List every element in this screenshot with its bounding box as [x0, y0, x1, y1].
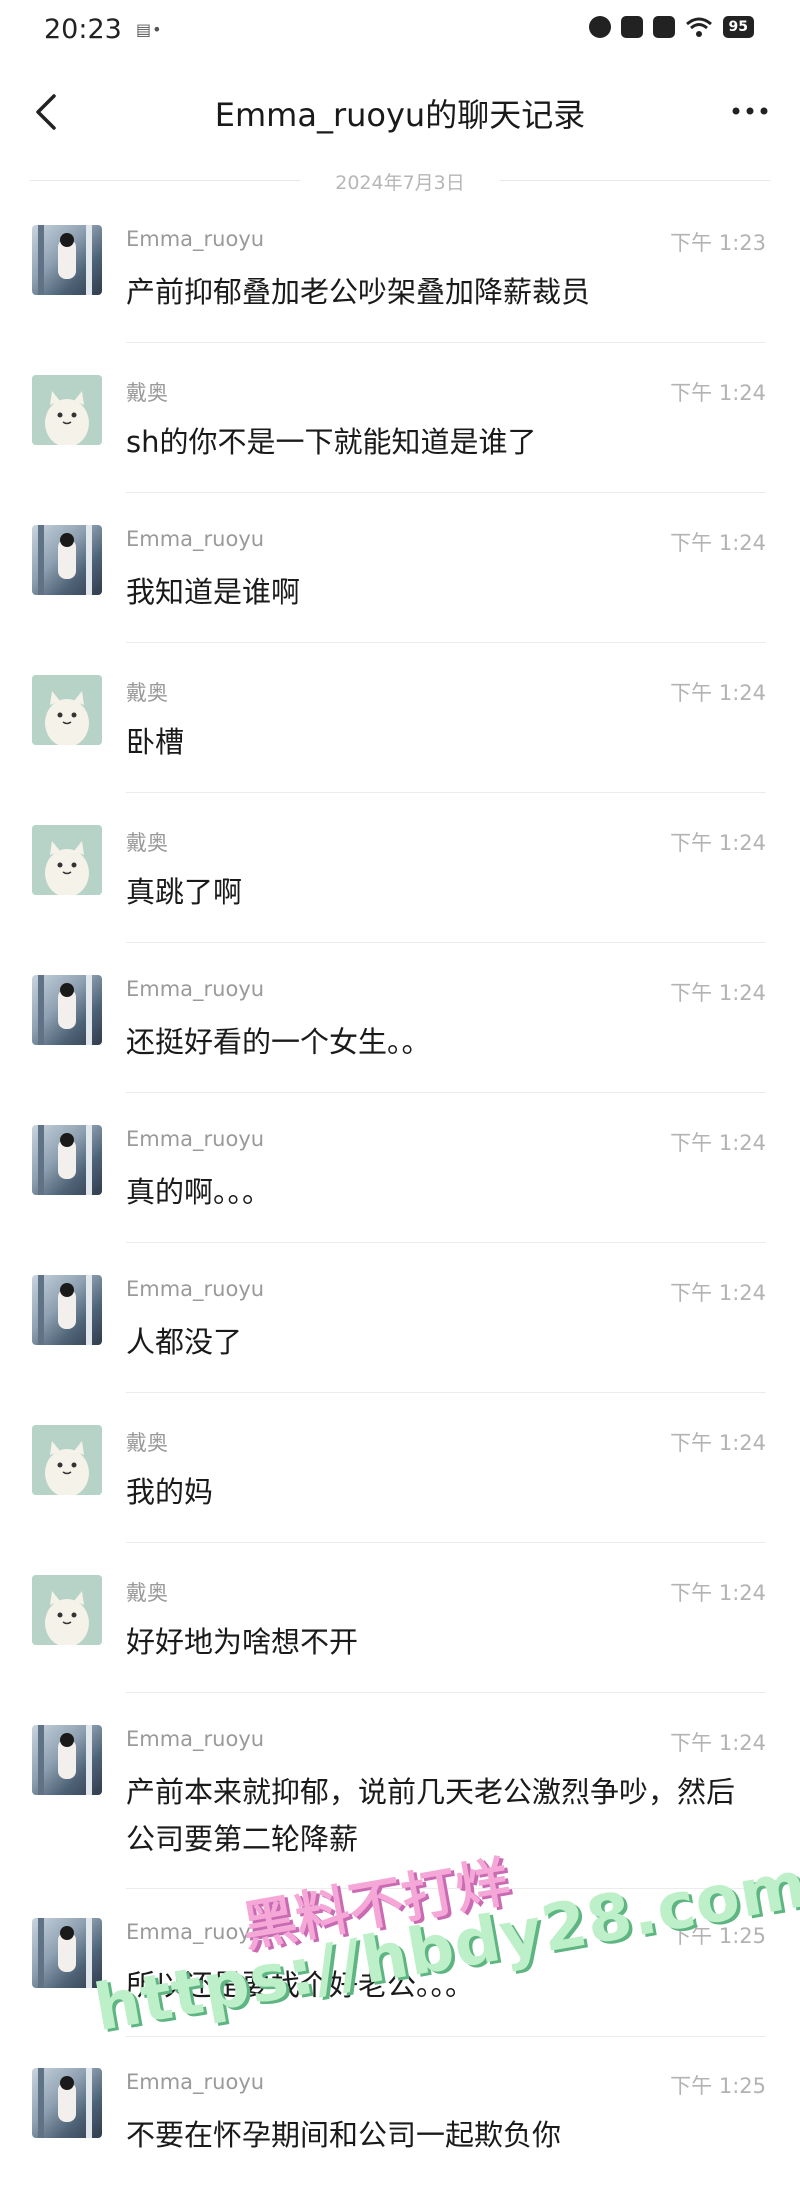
message-time: 下午 1:24 [670, 1431, 766, 1455]
avatar[interactable] [32, 375, 102, 445]
avatar[interactable] [32, 525, 102, 595]
avatar[interactable] [32, 825, 102, 895]
separator [126, 1392, 766, 1393]
separator [126, 342, 766, 343]
separator [126, 792, 766, 793]
battery-icon: 95 [722, 16, 754, 38]
more-icon[interactable] [728, 96, 772, 126]
separator [126, 1542, 766, 1543]
sender-name: 戴奥 [126, 381, 168, 405]
message-text: 所以还是要找个好老公。。。 [126, 1968, 475, 2002]
date-text: 2024年7月3日 [335, 172, 465, 194]
sender-name: 戴奥 [126, 681, 168, 705]
avatar[interactable] [32, 225, 102, 295]
status-icons: 95 [588, 16, 754, 38]
page-title: Emma_ruoyu的聊天记录 [214, 96, 586, 134]
alarm-icon [588, 16, 611, 38]
message-time: 下午 1:23 [670, 231, 766, 255]
message-time: 下午 1:24 [670, 1731, 766, 1755]
avatar[interactable] [32, 1918, 102, 1988]
notification-icons: ▤• [136, 20, 163, 39]
message-time: 下午 1:24 [670, 1581, 766, 1605]
message-text: 不要在怀孕期间和公司一起欺负你 [126, 2118, 562, 2152]
message-text: 卧槽 [126, 725, 185, 759]
message-time: 下午 1:24 [670, 981, 766, 1005]
sender-name: 戴奥 [126, 1581, 168, 1605]
sender-name: 戴奥 [126, 1431, 168, 1455]
message-text: 产前抑郁叠加老公吵架叠加降薪裁员 [126, 275, 591, 309]
sender-name: Emma_ruoyu [126, 1920, 265, 1944]
message-time: 下午 1:24 [670, 1131, 766, 1155]
message-text: 真的啊。。。 [126, 1175, 272, 1209]
separator [126, 1092, 766, 1093]
sender-name: Emma_ruoyu [126, 1727, 265, 1751]
sender-name: Emma_ruoyu [126, 1127, 265, 1151]
message-text: 还挺好看的一个女生。。 [126, 1025, 431, 1059]
message-time: 下午 1:24 [670, 381, 766, 405]
sender-name: Emma_ruoyu [126, 527, 265, 551]
message-text: 真跳了啊 [126, 875, 243, 909]
divider-line [500, 180, 770, 181]
avatar[interactable] [32, 675, 102, 745]
sender-name: 戴奥 [126, 831, 168, 855]
message-time: 下午 1:24 [670, 681, 766, 705]
separator [126, 1692, 766, 1693]
avatar[interactable] [32, 1725, 102, 1795]
separator [126, 1888, 766, 1889]
vibrate-icon [620, 16, 643, 38]
message-text: 好好地为啥想不开 [126, 1625, 359, 1659]
separator [126, 1242, 766, 1243]
wifi-icon [685, 17, 712, 37]
message-text: 人都没了 [126, 1325, 243, 1359]
message-text: 产前本来就抑郁，说前几天老公激烈争吵，然后公司要第二轮降薪 [126, 1775, 736, 1856]
message-time: 下午 1:25 [670, 2074, 766, 2098]
date-divider: 2024年7月3日 [30, 168, 770, 194]
message-time: 下午 1:24 [670, 1281, 766, 1305]
sender-name: Emma_ruoyu [126, 1277, 265, 1301]
message-time: 下午 1:25 [670, 1924, 766, 1948]
message-text: 我的妈 [126, 1475, 214, 1509]
status-time: 20:23 [44, 14, 122, 45]
sender-name: Emma_ruoyu [126, 2070, 265, 2094]
message-text: 我知道是谁啊 [126, 575, 301, 609]
separator [126, 492, 766, 493]
avatar[interactable] [32, 1425, 102, 1495]
avatar[interactable] [32, 1125, 102, 1195]
message-time: 下午 1:24 [670, 831, 766, 855]
message-time: 下午 1:24 [670, 531, 766, 555]
separator [126, 2036, 766, 2037]
separator [126, 942, 766, 943]
message-text: sh的你不是一下就能知道是谁了 [126, 425, 537, 459]
avatar[interactable] [32, 1575, 102, 1645]
separator [126, 642, 766, 643]
avatar[interactable] [32, 2068, 102, 2138]
sim-icon [652, 16, 675, 38]
avatar[interactable] [32, 1275, 102, 1345]
avatar[interactable] [32, 975, 102, 1045]
sender-name: Emma_ruoyu [126, 227, 265, 251]
status-bar: 20:23 ▤• 95 [0, 0, 800, 62]
sender-name: Emma_ruoyu [126, 977, 265, 1001]
nav-bar: Emma_ruoyu的聊天记录 [0, 62, 800, 162]
